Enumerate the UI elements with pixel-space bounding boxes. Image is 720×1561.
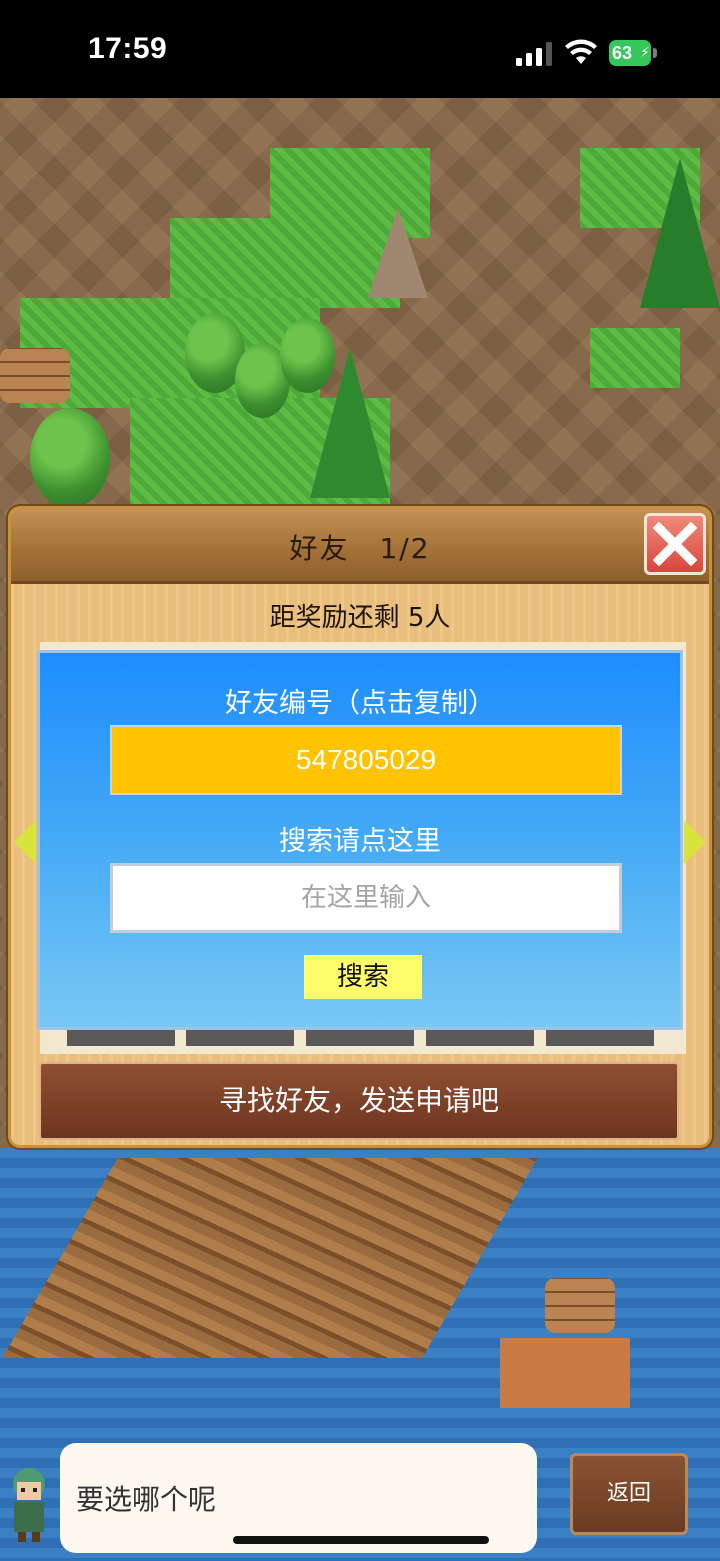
search-button[interactable]: 搜索	[304, 955, 422, 999]
dialog-title-text: 好友	[289, 532, 350, 565]
friend-search-input[interactable]: 在这里输入	[110, 863, 622, 933]
battery-tip	[653, 48, 657, 58]
previous-page-arrow-icon[interactable]	[14, 820, 36, 864]
character-avatar-icon	[13, 1468, 45, 1542]
close-x-icon	[653, 522, 697, 566]
close-button[interactable]	[644, 513, 706, 575]
friend-slot[interactable]	[306, 1030, 414, 1046]
wooden-dock	[500, 1338, 630, 1408]
rock-spire	[368, 208, 428, 298]
next-page-arrow-icon[interactable]	[684, 820, 706, 864]
friend-slot[interactable]	[546, 1030, 654, 1046]
find-friends-button[interactable]: 寻找好友，发送申请吧	[39, 1062, 679, 1140]
back-button[interactable]: 返回	[570, 1453, 688, 1535]
reward-progress-text: 距奖励还剩 5人	[269, 603, 451, 633]
friend-code-label: 好友编号（点击复制）	[225, 688, 495, 719]
status-bar: 17:59 63 ⚡	[0, 0, 720, 98]
battery-charging-icon: 63 ⚡	[609, 40, 657, 66]
friend-slot[interactable]	[186, 1030, 294, 1046]
home-indicator[interactable]	[233, 1536, 489, 1544]
page-indicator: 1/2	[379, 532, 431, 565]
log-pile	[545, 1278, 615, 1333]
status-time: 17:59	[88, 32, 168, 65]
dialog-title: 好友 1/2	[11, 527, 709, 567]
tree	[30, 408, 110, 508]
friend-slot[interactable]	[426, 1030, 534, 1046]
grass-patch	[590, 328, 680, 388]
friend-code-popup: 好友编号（点击复制） 547805029 搜索请点这里 在这里输入 搜索	[37, 650, 683, 1030]
cellular-signal-icon	[516, 42, 552, 66]
dialog-header: 好友 1/2	[11, 509, 709, 584]
friend-slot[interactable]	[67, 1030, 175, 1046]
bolt-icon: ⚡	[640, 45, 650, 61]
friend-code-copy-button[interactable]: 547805029	[110, 725, 622, 795]
log-pile	[0, 348, 70, 403]
pine-tree	[640, 158, 720, 308]
wifi-icon	[565, 39, 597, 64]
search-label: 搜索请点这里	[279, 826, 441, 857]
speech-text: 要选哪个呢	[76, 1483, 217, 1516]
pine-tree	[310, 348, 390, 498]
